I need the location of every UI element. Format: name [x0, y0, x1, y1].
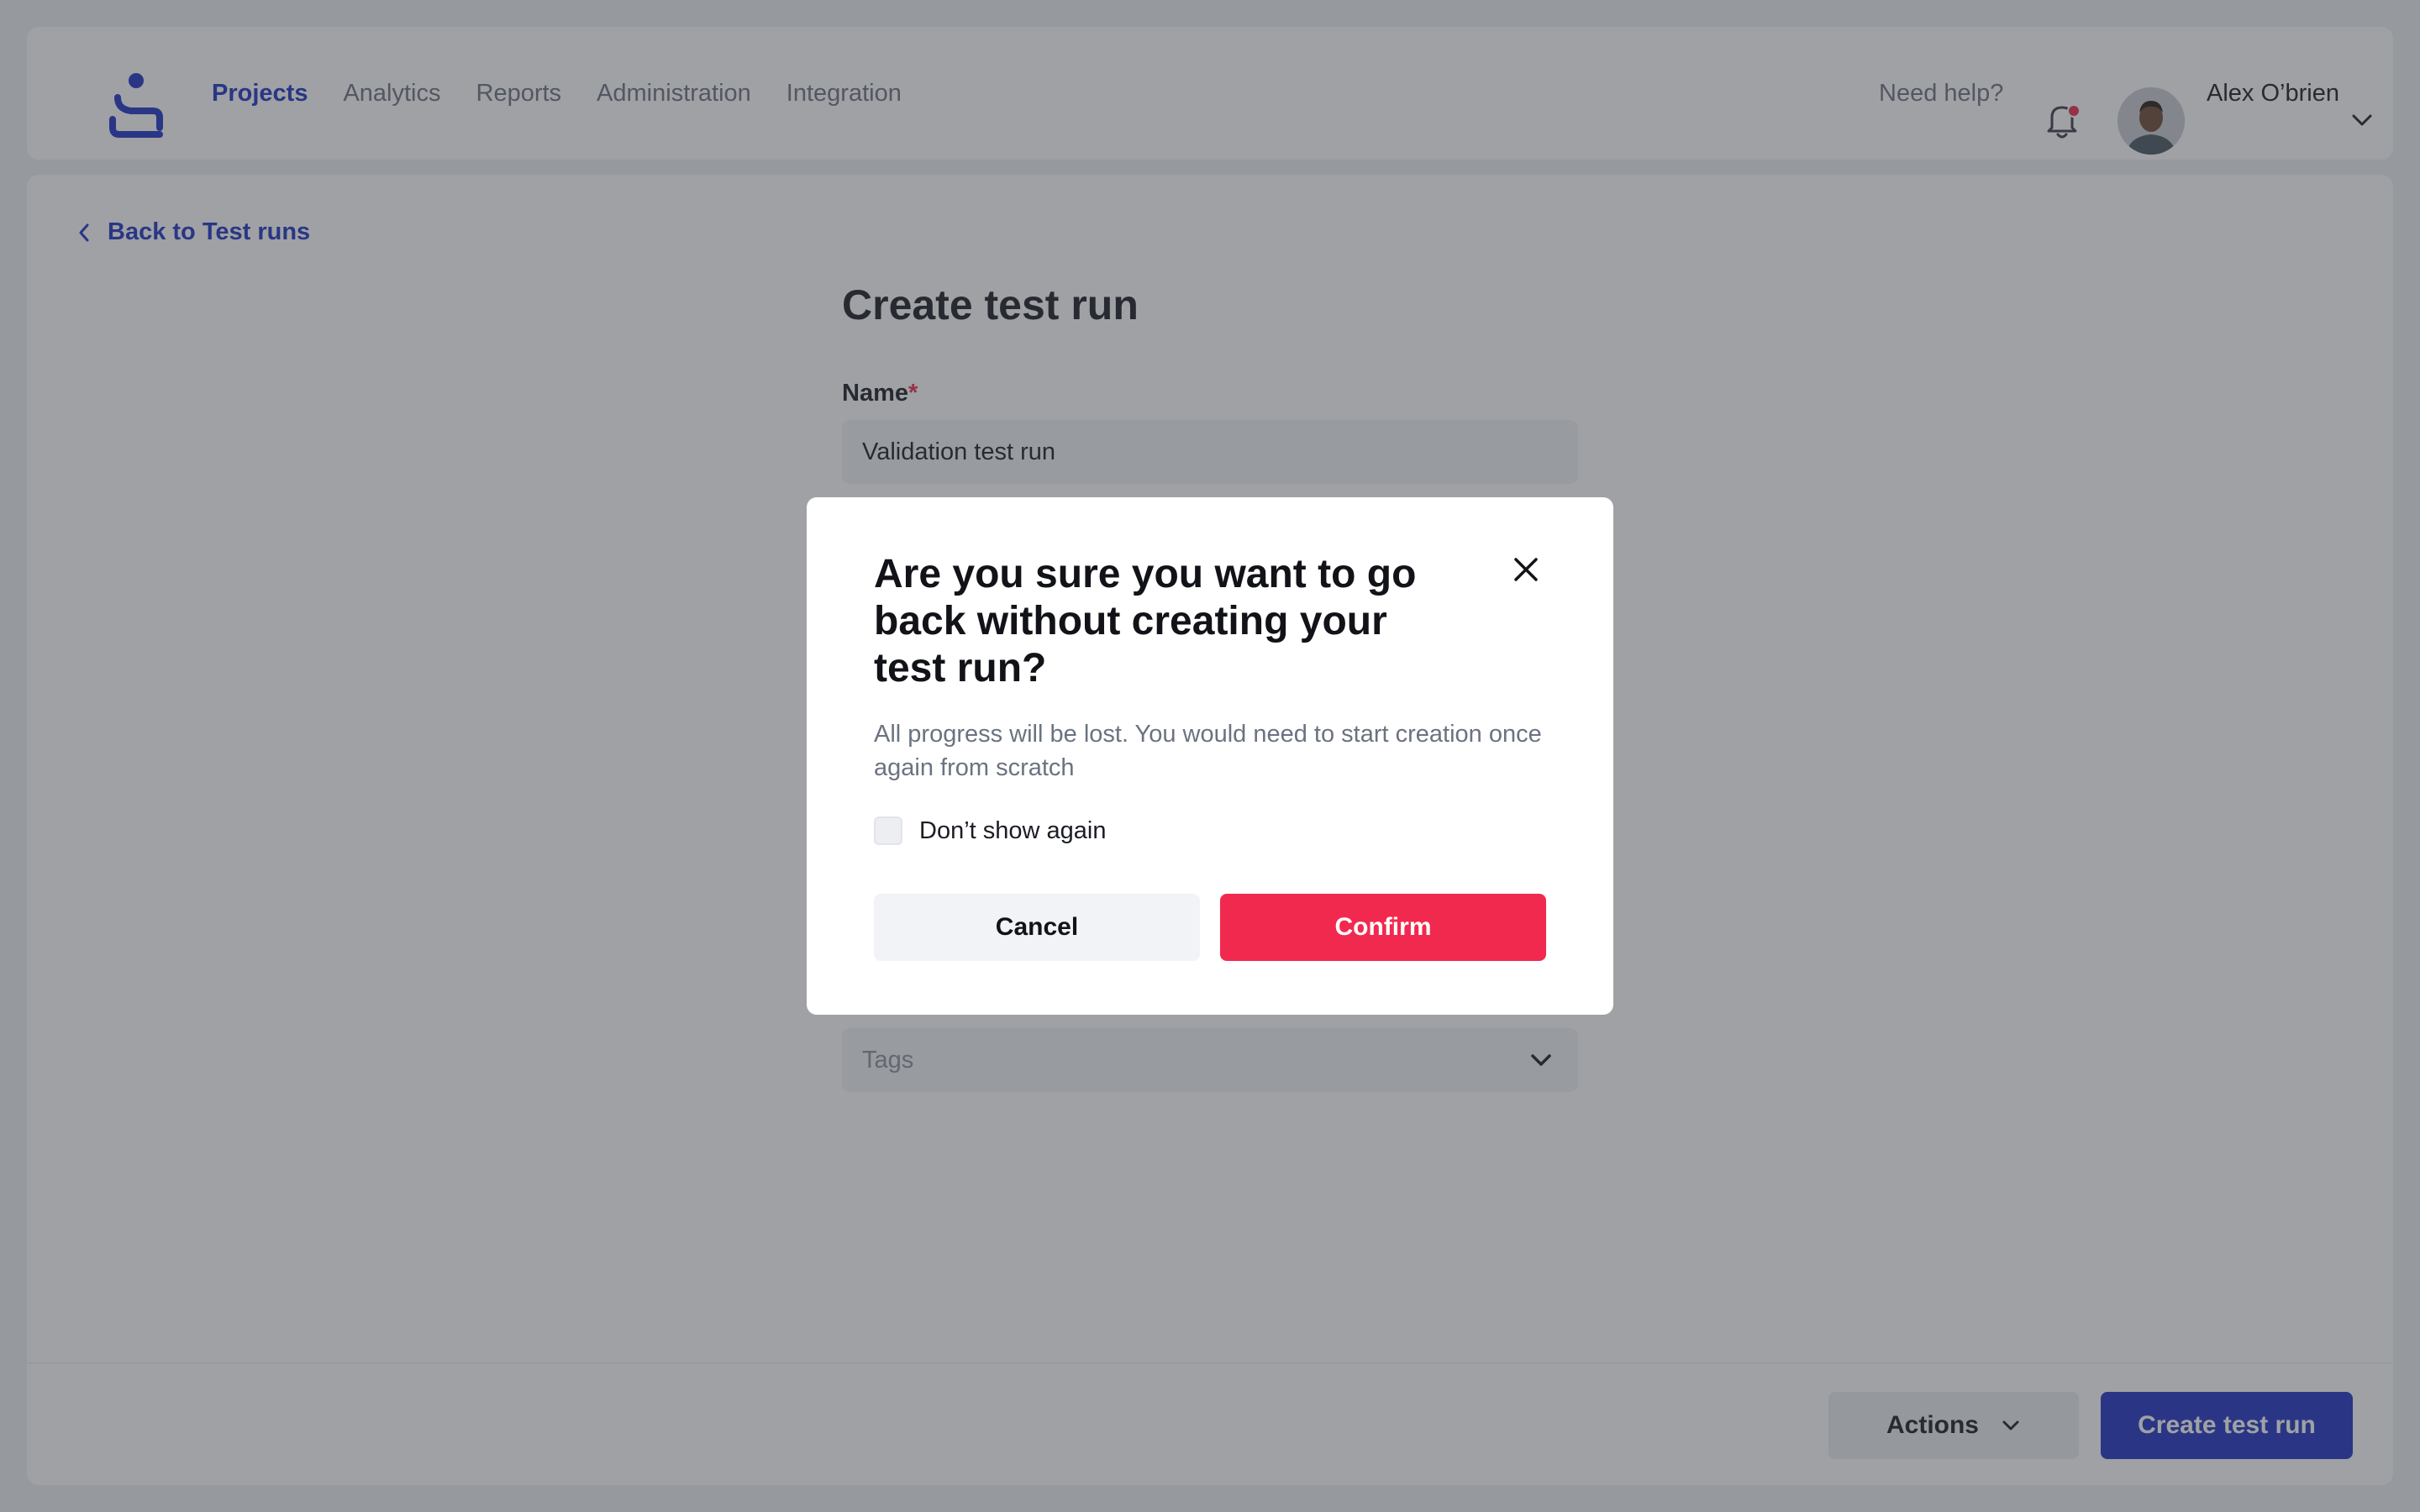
checkbox-box[interactable]: [874, 816, 902, 845]
dialog-title: Are you sure you want to go back without…: [874, 552, 1417, 690]
page: Projects Analytics Reports Administratio…: [0, 0, 2420, 1512]
cancel-button[interactable]: Cancel: [874, 894, 1200, 961]
dont-show-again-checkbox[interactable]: Don’t show again: [874, 816, 1106, 845]
confirm-button[interactable]: Confirm: [1220, 894, 1546, 961]
close-icon[interactable]: [1509, 553, 1543, 586]
confirm-dialog: Are you sure you want to go back without…: [807, 497, 1613, 1015]
dialog-description: All progress will be lost. You would nee…: [874, 721, 1542, 781]
checkbox-label: Don’t show again: [919, 816, 1107, 844]
